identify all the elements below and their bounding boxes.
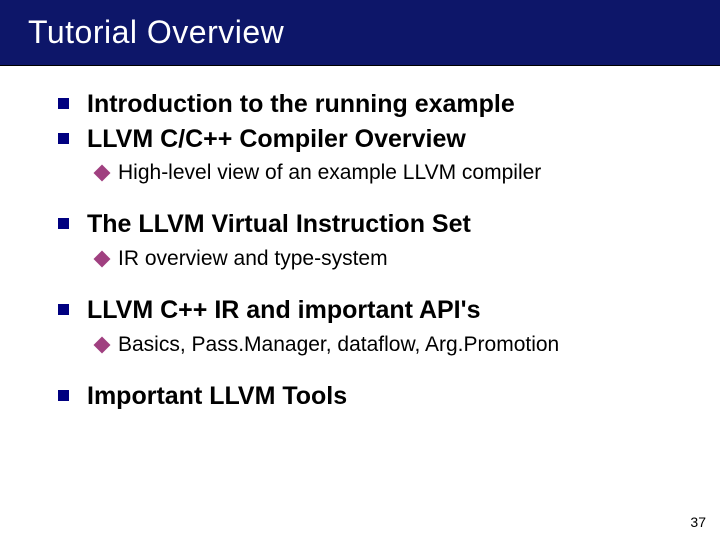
bullet-item-intro: Introduction to the running example bbox=[58, 88, 680, 121]
slide-title: Tutorial Overview bbox=[28, 14, 720, 51]
square-bullet-icon bbox=[58, 133, 69, 144]
title-bar: Tutorial Overview bbox=[0, 0, 720, 66]
sub-bullet-basics: Basics, Pass.Manager, dataflow, Arg.Prom… bbox=[96, 331, 680, 358]
bullet-text: LLVM C++ IR and important API's bbox=[87, 294, 480, 327]
diamond-bullet-icon bbox=[94, 250, 111, 267]
bullet-item-important-tools: Important LLVM Tools bbox=[58, 380, 680, 413]
sub-bullet-high-level-view: High-level view of an example LLVM compi… bbox=[96, 159, 680, 186]
square-bullet-icon bbox=[58, 218, 69, 229]
spacer bbox=[58, 278, 680, 292]
bullet-item-cpp-ir-apis: LLVM C++ IR and important API's bbox=[58, 294, 680, 327]
square-bullet-icon bbox=[58, 304, 69, 315]
sub-bullet-text: Basics, Pass.Manager, dataflow, Arg.Prom… bbox=[118, 331, 559, 358]
sub-bullet-text: IR overview and type-system bbox=[118, 245, 388, 272]
slide: Tutorial Overview Introduction to the ru… bbox=[0, 0, 720, 540]
diamond-bullet-icon bbox=[94, 336, 111, 353]
spacer bbox=[58, 192, 680, 206]
sub-bullet-ir-overview: IR overview and type-system bbox=[96, 245, 680, 272]
bullet-text: The LLVM Virtual Instruction Set bbox=[87, 208, 471, 241]
diamond-bullet-icon bbox=[94, 165, 111, 182]
bullet-item-virtual-instruction-set: The LLVM Virtual Instruction Set bbox=[58, 208, 680, 241]
slide-content: Introduction to the running example LLVM… bbox=[58, 88, 680, 412]
square-bullet-icon bbox=[58, 390, 69, 401]
bullet-text: Important LLVM Tools bbox=[87, 380, 347, 413]
square-bullet-icon bbox=[58, 98, 69, 109]
page-number: 37 bbox=[690, 514, 706, 530]
spacer bbox=[58, 364, 680, 378]
bullet-text: LLVM C/C++ Compiler Overview bbox=[87, 123, 466, 156]
bullet-item-compiler-overview: LLVM C/C++ Compiler Overview bbox=[58, 123, 680, 156]
sub-bullet-text: High-level view of an example LLVM compi… bbox=[118, 159, 541, 186]
bullet-text: Introduction to the running example bbox=[87, 88, 515, 121]
